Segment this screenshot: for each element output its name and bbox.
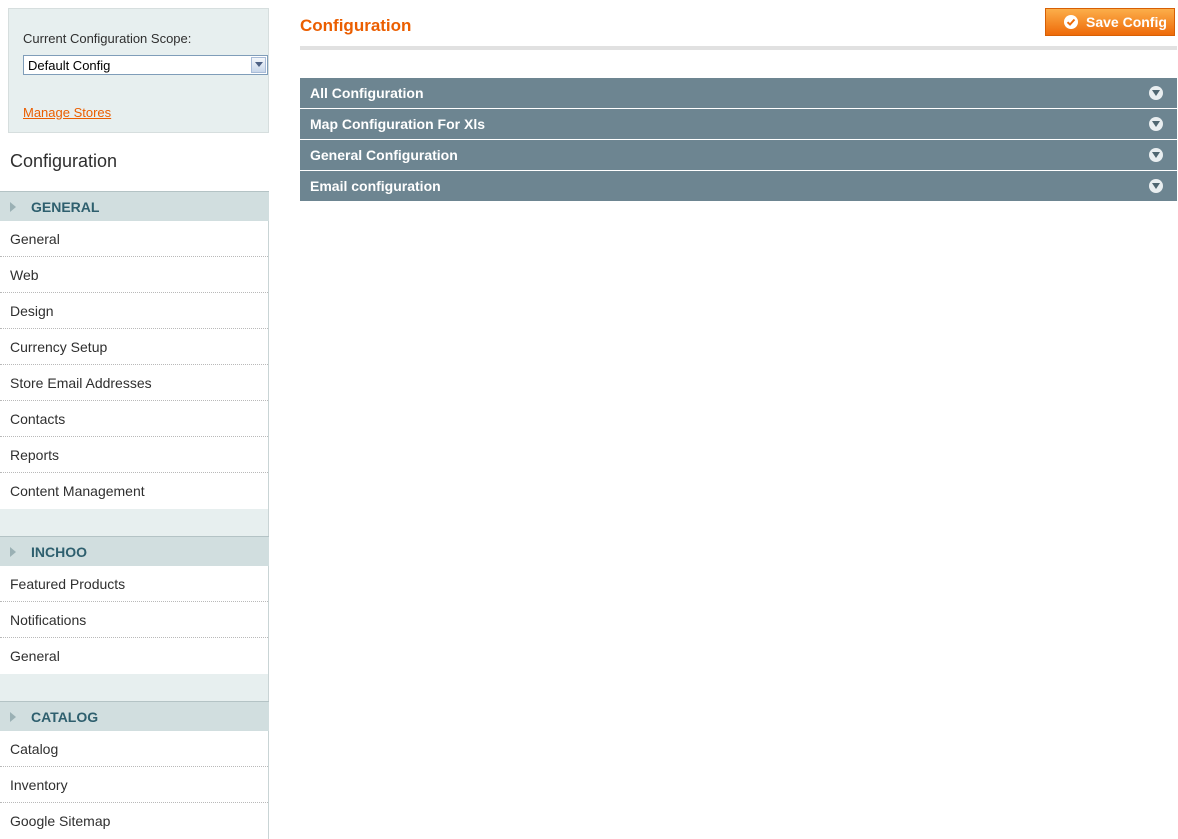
sidebar-group-catalog: CATALOG Catalog Inventory Google Sitemap bbox=[0, 701, 269, 839]
sidebar-title: Configuration bbox=[10, 151, 118, 171]
sidebar-item-catalog[interactable]: Catalog bbox=[0, 731, 268, 767]
sidebar-group-header[interactable]: CATALOG bbox=[0, 701, 269, 731]
sidebar-item-inchoo-general[interactable]: General bbox=[0, 638, 268, 674]
sidebar-group-label: INCHOO bbox=[31, 544, 87, 560]
check-circle-icon bbox=[1064, 15, 1078, 29]
section-label: Map Configuration For Xls bbox=[310, 116, 485, 132]
expand-circle-icon[interactable] bbox=[1149, 148, 1163, 162]
page-title: Configuration bbox=[300, 16, 412, 35]
sidebar-group-inchoo: INCHOO Featured Products Notifications G… bbox=[0, 536, 269, 711]
section-map-configuration-for-xls[interactable]: Map Configuration For Xls bbox=[300, 109, 1177, 140]
section-label: Email configuration bbox=[310, 178, 441, 194]
scope-panel: Current Configuration Scope: Default Con… bbox=[8, 8, 269, 133]
expand-circle-icon[interactable] bbox=[1149, 179, 1163, 193]
sidebar-group-header[interactable]: GENERAL bbox=[0, 191, 269, 221]
manage-stores-link[interactable]: Manage Stores bbox=[23, 105, 111, 120]
sidebar-group-general: GENERAL General Web Design Currency Setu… bbox=[0, 191, 269, 546]
sidebar-item-contacts[interactable]: Contacts bbox=[0, 401, 268, 437]
triangle-right-icon bbox=[10, 712, 16, 722]
sidebar-item-store-email-addresses[interactable]: Store Email Addresses bbox=[0, 365, 268, 401]
section-email-configuration[interactable]: Email configuration bbox=[300, 171, 1177, 202]
expand-circle-icon[interactable] bbox=[1149, 117, 1163, 131]
sidebar-item-currency-setup[interactable]: Currency Setup bbox=[0, 329, 268, 365]
title-divider bbox=[300, 46, 1177, 50]
save-config-label: Save Config bbox=[1086, 14, 1167, 30]
sidebar-item-web[interactable]: Web bbox=[0, 257, 268, 293]
scope-select[interactable]: Default Config bbox=[23, 55, 268, 75]
save-config-button[interactable]: Save Config bbox=[1045, 8, 1175, 36]
config-sections: All Configuration Map Configuration For … bbox=[300, 78, 1177, 202]
sidebar-group-label: CATALOG bbox=[31, 709, 99, 725]
section-all-configuration[interactable]: All Configuration bbox=[300, 78, 1177, 109]
chevron-down-icon[interactable] bbox=[251, 57, 266, 73]
triangle-right-icon bbox=[10, 547, 16, 557]
sidebar-item-content-management[interactable]: Content Management bbox=[0, 473, 268, 509]
sidebar-item-design[interactable]: Design bbox=[0, 293, 268, 329]
sidebar-group-label: GENERAL bbox=[31, 199, 100, 215]
sidebar-item-google-sitemap[interactable]: Google Sitemap bbox=[0, 803, 268, 839]
sidebar-item-reports[interactable]: Reports bbox=[0, 437, 268, 473]
scope-label: Current Configuration Scope: bbox=[23, 31, 192, 46]
scope-select-value: Default Config bbox=[28, 58, 111, 73]
section-label: All Configuration bbox=[310, 85, 424, 101]
sidebar-item-inventory[interactable]: Inventory bbox=[0, 767, 268, 803]
expand-circle-icon[interactable] bbox=[1149, 86, 1163, 100]
section-general-configuration[interactable]: General Configuration bbox=[300, 140, 1177, 171]
sidebar-group-header[interactable]: INCHOO bbox=[0, 536, 269, 566]
triangle-right-icon bbox=[10, 202, 16, 212]
sidebar-item-featured-products[interactable]: Featured Products bbox=[0, 566, 268, 602]
sidebar-item-notifications[interactable]: Notifications bbox=[0, 602, 268, 638]
sidebar-item-general[interactable]: General bbox=[0, 221, 268, 257]
section-label: General Configuration bbox=[310, 147, 458, 163]
